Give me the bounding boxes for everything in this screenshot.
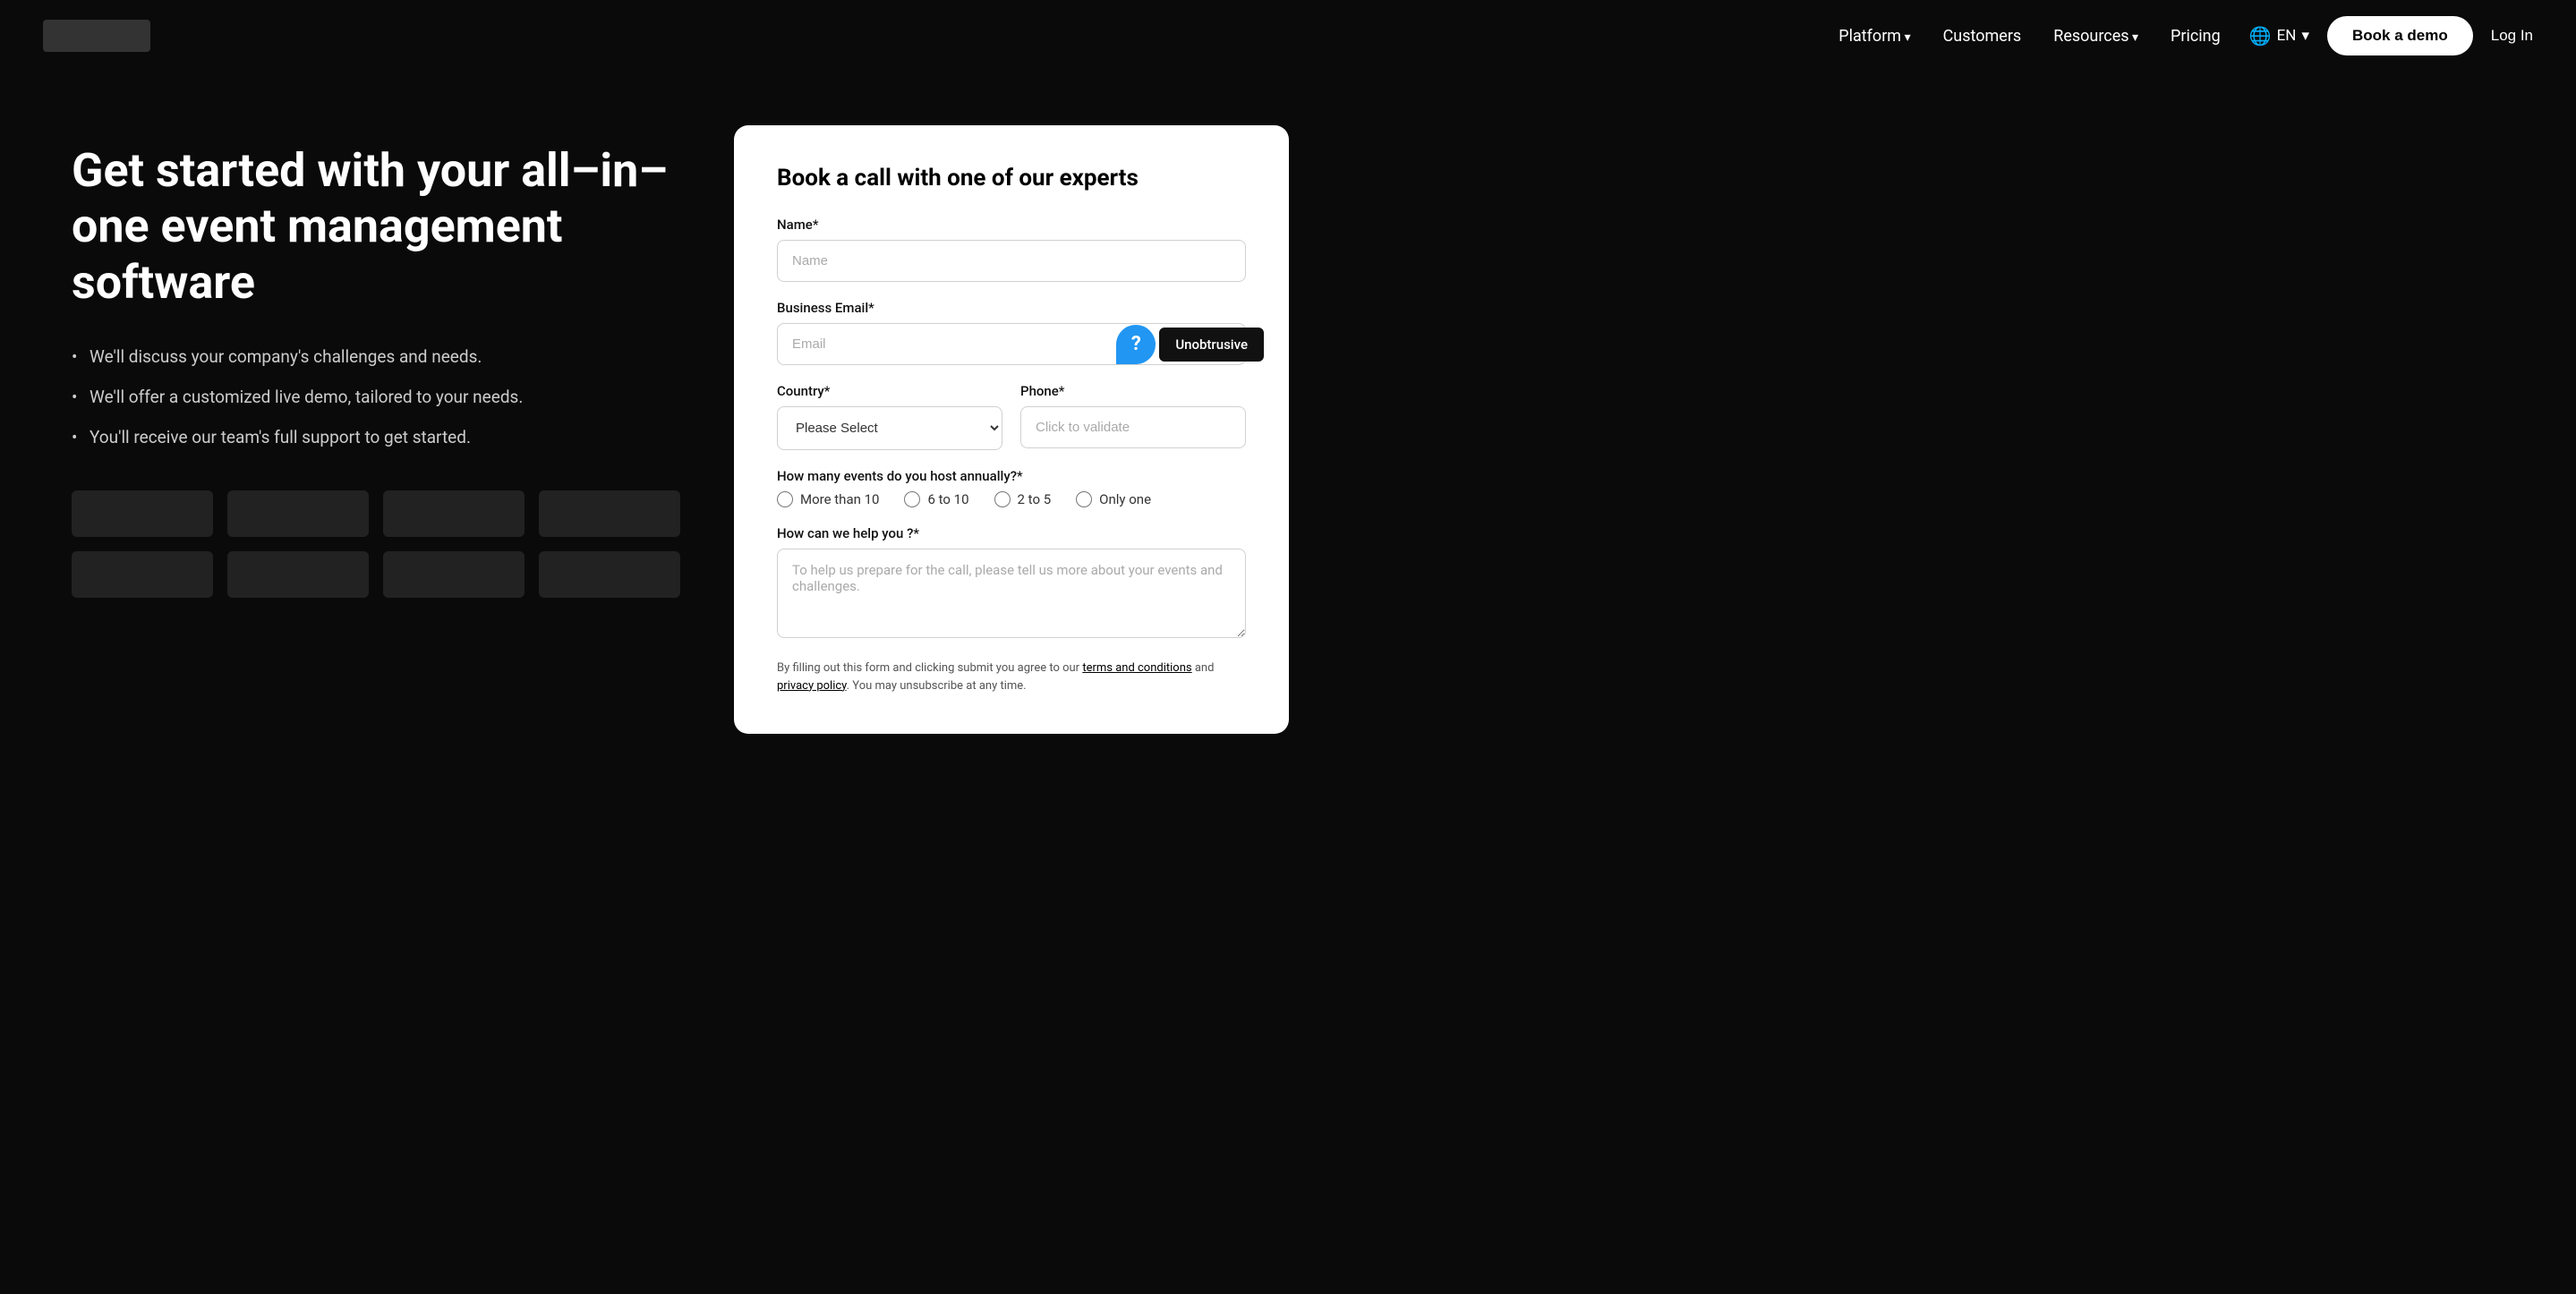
help-label: How can we help you ?*: [777, 525, 1246, 541]
privacy-text-1: By filling out this form and clicking su…: [777, 661, 1082, 675]
chevron-down-icon: ▾: [2301, 27, 2309, 45]
privacy-link[interactable]: privacy policy: [777, 679, 847, 693]
phone-input-wrapper: [1020, 406, 1246, 448]
client-logo-1: [72, 490, 213, 537]
country-phone-row: Country* Please Select Phone*: [777, 383, 1246, 450]
client-logo-8: [539, 551, 680, 598]
question-icon: ?: [1116, 325, 1156, 364]
client-logo-2: [227, 490, 369, 537]
tooltip-badge: ? Unobtrusive: [1116, 325, 1264, 364]
radio-only-one[interactable]: Only one: [1076, 491, 1151, 507]
client-logo-7: [383, 551, 525, 598]
globe-icon: 🌐: [2249, 25, 2272, 47]
client-logos-row1: [72, 490, 680, 537]
radio-label-more-than-10: More than 10: [800, 491, 879, 507]
nav-link-customers[interactable]: Customers: [1943, 27, 2022, 46]
client-logo-4: [539, 490, 680, 537]
nav-link-pricing[interactable]: Pricing: [2171, 27, 2221, 46]
email-field-group: Business Email* ? Unobtrusive: [777, 300, 1246, 365]
phone-label: Phone*: [1020, 383, 1246, 399]
radio-input-6-to-10[interactable]: [904, 491, 920, 507]
radio-label-6-to-10: 6 to 10: [927, 491, 968, 507]
radio-6-to-10[interactable]: 6 to 10: [904, 491, 968, 507]
bullet-item-1: We'll discuss your company's challenges …: [72, 346, 680, 367]
radio-label-2-to-5: 2 to 5: [1018, 491, 1052, 507]
country-label: Country*: [777, 383, 1002, 399]
tooltip-text: Unobtrusive: [1159, 328, 1264, 362]
bullet-list: We'll discuss your company's challenges …: [72, 346, 680, 447]
phone-field-group: Phone*: [1020, 383, 1246, 450]
bullet-item-3: You'll receive our team's full support t…: [72, 427, 680, 447]
client-logo-6: [227, 551, 369, 598]
login-button[interactable]: Log In: [2491, 27, 2533, 45]
name-label: Name*: [777, 217, 1246, 233]
events-label: How many events do you host annually?*: [777, 468, 1246, 484]
name-input[interactable]: [777, 240, 1246, 282]
language-selector[interactable]: 🌐 EN ▾: [2249, 25, 2309, 47]
phone-input[interactable]: [1020, 406, 1246, 448]
nav-links: Platform Customers Resources Pricing: [1838, 27, 2220, 46]
nav-link-platform[interactable]: Platform: [1838, 27, 1910, 46]
form-card: Book a call with one of our experts Name…: [734, 125, 1289, 734]
book-demo-button[interactable]: Book a demo: [2327, 16, 2473, 55]
email-wrapper: ? Unobtrusive: [777, 323, 1246, 365]
name-field-group: Name*: [777, 217, 1246, 282]
language-label: EN: [2277, 27, 2297, 45]
terms-link[interactable]: terms and conditions: [1082, 661, 1191, 675]
help-field-group: How can we help you ?*: [777, 525, 1246, 642]
left-panel: Get started with your all–in–one event m…: [72, 125, 680, 598]
nav-link-resources[interactable]: Resources: [2053, 27, 2138, 46]
client-logo-5: [72, 551, 213, 598]
country-select[interactable]: Please Select: [777, 406, 1002, 450]
nav-logo: [43, 20, 150, 52]
hero-title: Get started with your all–in–one event m…: [72, 143, 680, 311]
country-field-group: Country* Please Select: [777, 383, 1002, 450]
events-field-group: How many events do you host annually?* M…: [777, 468, 1246, 507]
radio-label-only-one: Only one: [1099, 491, 1151, 507]
events-radio-group: More than 10 6 to 10 2 to 5 Only one: [777, 491, 1246, 507]
privacy-text-3: . You may unsubscribe at any time.: [847, 679, 1027, 693]
main-content: Get started with your all–in–one event m…: [0, 72, 2576, 1294]
client-logos-row2: [72, 551, 680, 598]
radio-input-only-one[interactable]: [1076, 491, 1092, 507]
bullet-item-2: We'll offer a customized live demo, tail…: [72, 387, 680, 407]
privacy-text-2: and: [1192, 661, 1215, 675]
radio-2-to-5[interactable]: 2 to 5: [994, 491, 1052, 507]
form-title: Book a call with one of our experts: [777, 165, 1246, 192]
radio-more-than-10[interactable]: More than 10: [777, 491, 879, 507]
client-logo-3: [383, 490, 525, 537]
privacy-text: By filling out this form and clicking su…: [777, 660, 1246, 694]
radio-input-more-than-10[interactable]: [777, 491, 793, 507]
help-textarea[interactable]: [777, 549, 1246, 638]
navbar: Platform Customers Resources Pricing 🌐 E…: [0, 0, 2576, 72]
radio-input-2-to-5[interactable]: [994, 491, 1011, 507]
email-label: Business Email*: [777, 300, 1246, 316]
